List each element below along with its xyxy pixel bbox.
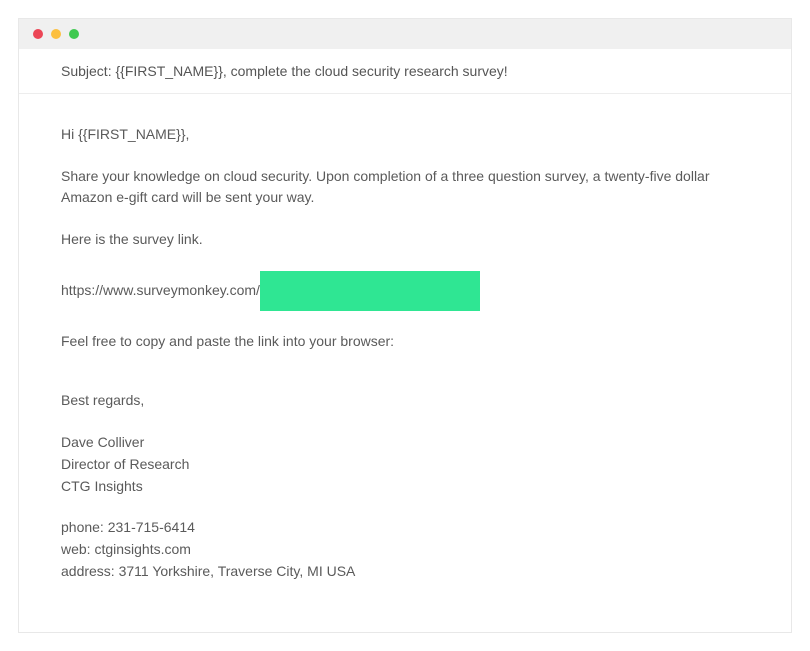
subject-row: Subject: {{FIRST_NAME}}, complete the cl…: [19, 49, 791, 94]
paragraph-intro: Share your knowledge on cloud security. …: [61, 166, 749, 209]
sender-title: Director of Research: [61, 454, 749, 476]
phone-line: phone: 231-715-6414: [61, 517, 749, 539]
paragraph-link-intro: Here is the survey link.: [61, 229, 749, 251]
greeting: Hi {{FIRST_NAME}},: [61, 124, 749, 146]
address-line: address: 3711 Yorkshire, Traverse City, …: [61, 561, 749, 583]
sender-org: CTG Insights: [61, 476, 749, 498]
paragraph-copy-paste: Feel free to copy and paste the link int…: [61, 331, 749, 353]
survey-link-line: https://www.surveymonkey.com/: [61, 271, 749, 311]
signature-block: Best regards, Dave Colliver Director of …: [61, 390, 749, 582]
sender-name: Dave Colliver: [61, 432, 749, 454]
email-window: Subject: {{FIRST_NAME}}, complete the cl…: [18, 18, 792, 633]
redaction-block: [260, 271, 480, 311]
survey-link[interactable]: https://www.surveymonkey.com/: [61, 280, 260, 302]
web-line: web: ctginsights.com: [61, 539, 749, 561]
signoff: Best regards,: [61, 390, 749, 412]
subject-text: {{FIRST_NAME}}, complete the cloud secur…: [115, 63, 507, 79]
zoom-icon[interactable]: [69, 29, 79, 39]
subject-label: Subject:: [61, 63, 115, 79]
email-body: Hi {{FIRST_NAME}}, Share your knowledge …: [19, 94, 791, 632]
titlebar: [19, 19, 791, 49]
close-icon[interactable]: [33, 29, 43, 39]
minimize-icon[interactable]: [51, 29, 61, 39]
